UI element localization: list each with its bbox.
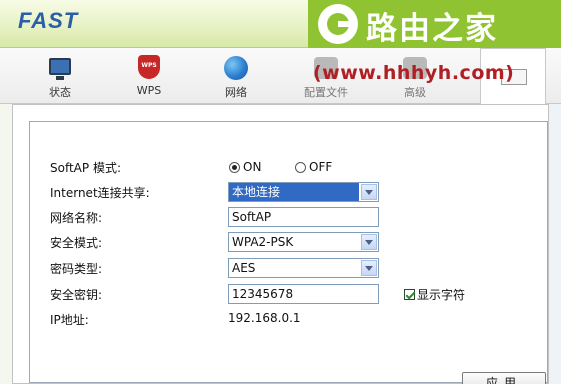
softap-on-option[interactable]: ON (229, 160, 261, 174)
toolbar-item-status[interactable]: 状态 (30, 52, 90, 102)
watermark-logo-icon (318, 4, 358, 44)
chevron-down-icon[interactable] (361, 260, 377, 276)
toolbar-label: 状态 (49, 86, 71, 99)
security-mode-value: WPA2-PSK (232, 235, 294, 249)
softap-off-option[interactable]: OFF (295, 160, 332, 174)
chevron-down-icon[interactable] (361, 184, 377, 200)
cipher-type-value: AES (232, 261, 256, 275)
ip-address-value: 192.168.0.1 (228, 311, 301, 325)
apply-button[interactable]: 应用 (462, 372, 546, 384)
softap-mode-label: SoftAP 模式: (50, 161, 121, 175)
toolbar-item-wps[interactable]: WPS WPS (119, 52, 179, 102)
ip-address-label: IP地址: (50, 313, 89, 327)
toolbar-label: 高级 (404, 86, 426, 99)
cipher-type-select[interactable]: AES (228, 258, 379, 278)
radio-on[interactable] (229, 161, 240, 173)
show-chars-option[interactable]: 显示字符 (404, 286, 465, 303)
radio-off-label: OFF (309, 160, 333, 174)
chevron-down-icon[interactable] (361, 234, 377, 250)
security-key-input[interactable]: 12345678 (228, 284, 379, 304)
toolbar-label: WPS (136, 84, 162, 97)
scroll-edge (549, 104, 561, 384)
globe-icon (224, 56, 248, 80)
watermark-brand: 路由之家 (366, 11, 498, 47)
monitor-icon (49, 58, 71, 80)
toolbar-item-network[interactable]: 网络 (206, 52, 266, 102)
security-key-label: 安全密钥: (50, 288, 103, 302)
show-chars-checkbox[interactable] (404, 289, 415, 300)
watermark-url: (www.hhhyh.com) (313, 62, 515, 84)
cipher-type-label: 密码类型: (50, 262, 103, 276)
wps-shield-icon: WPS (138, 55, 160, 79)
security-mode-label: 安全模式: (50, 236, 103, 250)
watermark-banner: 路由之家 (308, 0, 561, 50)
network-name-input[interactable]: SoftAP (228, 207, 379, 227)
internet-sharing-select[interactable]: 本地连接 (228, 182, 379, 202)
toolbar-label: 配置文件 (304, 86, 348, 99)
radio-on-label: ON (243, 160, 262, 174)
toolbar-label: 网络 (225, 86, 247, 99)
radio-off[interactable] (295, 161, 306, 173)
network-name-label: 网络名称: (50, 211, 103, 225)
fast-logo: FAST (18, 8, 79, 33)
internet-sharing-label: Internet连接共享: (50, 186, 150, 200)
security-mode-select[interactable]: WPA2-PSK (228, 232, 379, 252)
show-chars-label: 显示字符 (417, 288, 466, 302)
internet-sharing-value: 本地连接 (229, 183, 359, 201)
